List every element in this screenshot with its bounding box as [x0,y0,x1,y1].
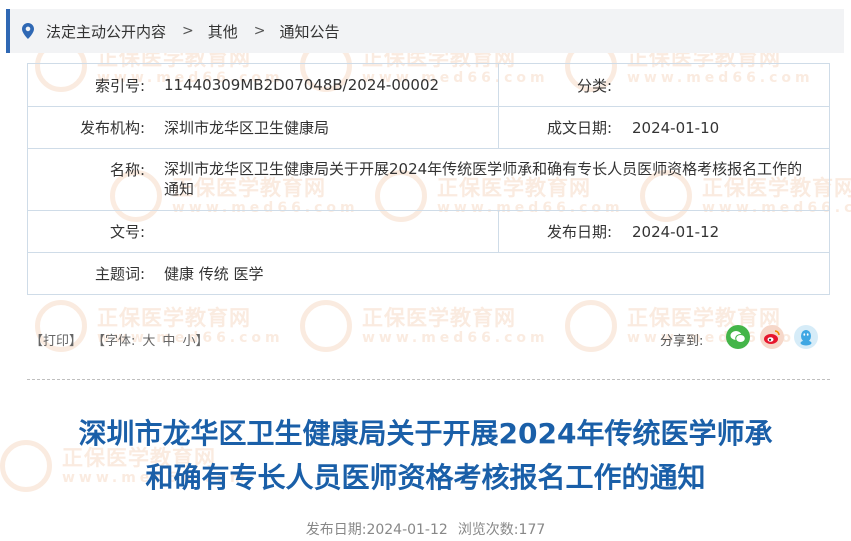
info-cell: 名称: 深圳市龙华区卫生健康局关于开展2024年传统医学师承和确有专长人员医师资… [28,149,829,210]
index-label: 索引号: [94,76,145,95]
breadcrumb-separator: > [182,23,194,39]
article-title: 深圳市龙华区卫生健康局关于开展2024年传统医学师承 和确有专长人员医师资格考核… [0,412,851,500]
divider [27,379,830,380]
info-cell: 索引号: 11440309MB2D07048B/2024-00002 [28,64,498,106]
info-cell: 分类: [498,64,829,106]
info-cell: 文号: [28,211,498,252]
publish-date-meta-label: 发布日期: [305,522,367,538]
publisher-value: 深圳市龙华区卫生健康局 [164,118,330,137]
font-size-small-button[interactable]: 小】 [182,330,208,349]
info-cell: 发布日期: 2024-01-12 [498,211,829,252]
font-size-large-button[interactable]: 大 [142,330,155,349]
document-info-table: 索引号: 11440309MB2D07048B/2024-00002 分类: 发… [27,63,830,295]
index-value: 11440309MB2D07048B/2024-00002 [164,76,440,94]
qq-icon[interactable] [794,325,818,349]
font-size-medium-button[interactable]: 中 [162,330,175,349]
written-date-label: 成文日期: [546,119,612,137]
breadcrumb: 法定主动公开内容 > 其他 > 通知公告 [6,9,844,53]
publisher-label: 发布机构: [79,119,145,137]
breadcrumb-separator: > [253,23,266,39]
article-meta: 发布日期:2024-01-12 浏览次数:177 [0,519,851,539]
article-tools: 【打印】 【字体: 大 中 小】 [30,330,208,349]
weibo-icon[interactable] [760,325,784,349]
info-cell: 发布机构: 深圳市龙华区卫生健康局 [28,107,498,148]
written-date-value: 2024-01-10 [632,118,720,137]
print-button[interactable]: 【打印】 [30,330,82,349]
publish-date-value: 2024-01-12 [632,222,720,241]
publish-date-label: 发布日期: [546,223,612,241]
name-label: 名称: [109,161,145,179]
article-title-line: 和确有专长人员医师资格考核报名工作的通知 [145,461,706,494]
info-row: 名称: 深圳市龙华区卫生健康局关于开展2024年传统医学师承和确有专长人员医师资… [28,148,829,210]
location-pin-icon [22,22,36,40]
info-cell: 主题词: 健康 传统 医学 [28,253,829,294]
views-count: 177 [518,522,546,538]
info-row: 发布机构: 深圳市龙华区卫生健康局 成文日期: 2024-01-10 [28,106,829,148]
category-label: 分类: [576,76,612,95]
info-row: 索引号: 11440309MB2D07048B/2024-00002 分类: [28,64,829,106]
breadcrumb-item-other[interactable]: 其他 [208,21,238,42]
info-row: 文号: 发布日期: 2024-01-12 [28,210,829,252]
breadcrumb-item-public-content[interactable]: 法定主动公开内容 [46,21,166,42]
doc-no-label: 文号: [109,223,145,241]
subject-label: 主题词: [94,265,145,283]
share-label: 分享到: [660,334,704,349]
font-size-label: 【字体: [92,334,136,349]
publish-date-meta-value: 2024-01-12 [366,522,448,538]
article-title-line: 深圳市龙华区卫生健康局关于开展2024年传统医学师承 [78,417,773,450]
info-cell: 成文日期: 2024-01-10 [498,107,829,148]
wechat-icon[interactable] [726,325,750,349]
name-value: 深圳市龙华区卫生健康局关于开展2024年传统医学师承和确有专长人员医师资格考核报… [164,160,803,198]
views-label: 浏览次数: [457,522,519,538]
info-row: 主题词: 健康 传统 医学 [28,252,829,294]
subject-value: 健康 传统 医学 [164,264,264,283]
breadcrumb-item-notices[interactable]: 通知公告 [280,21,340,42]
